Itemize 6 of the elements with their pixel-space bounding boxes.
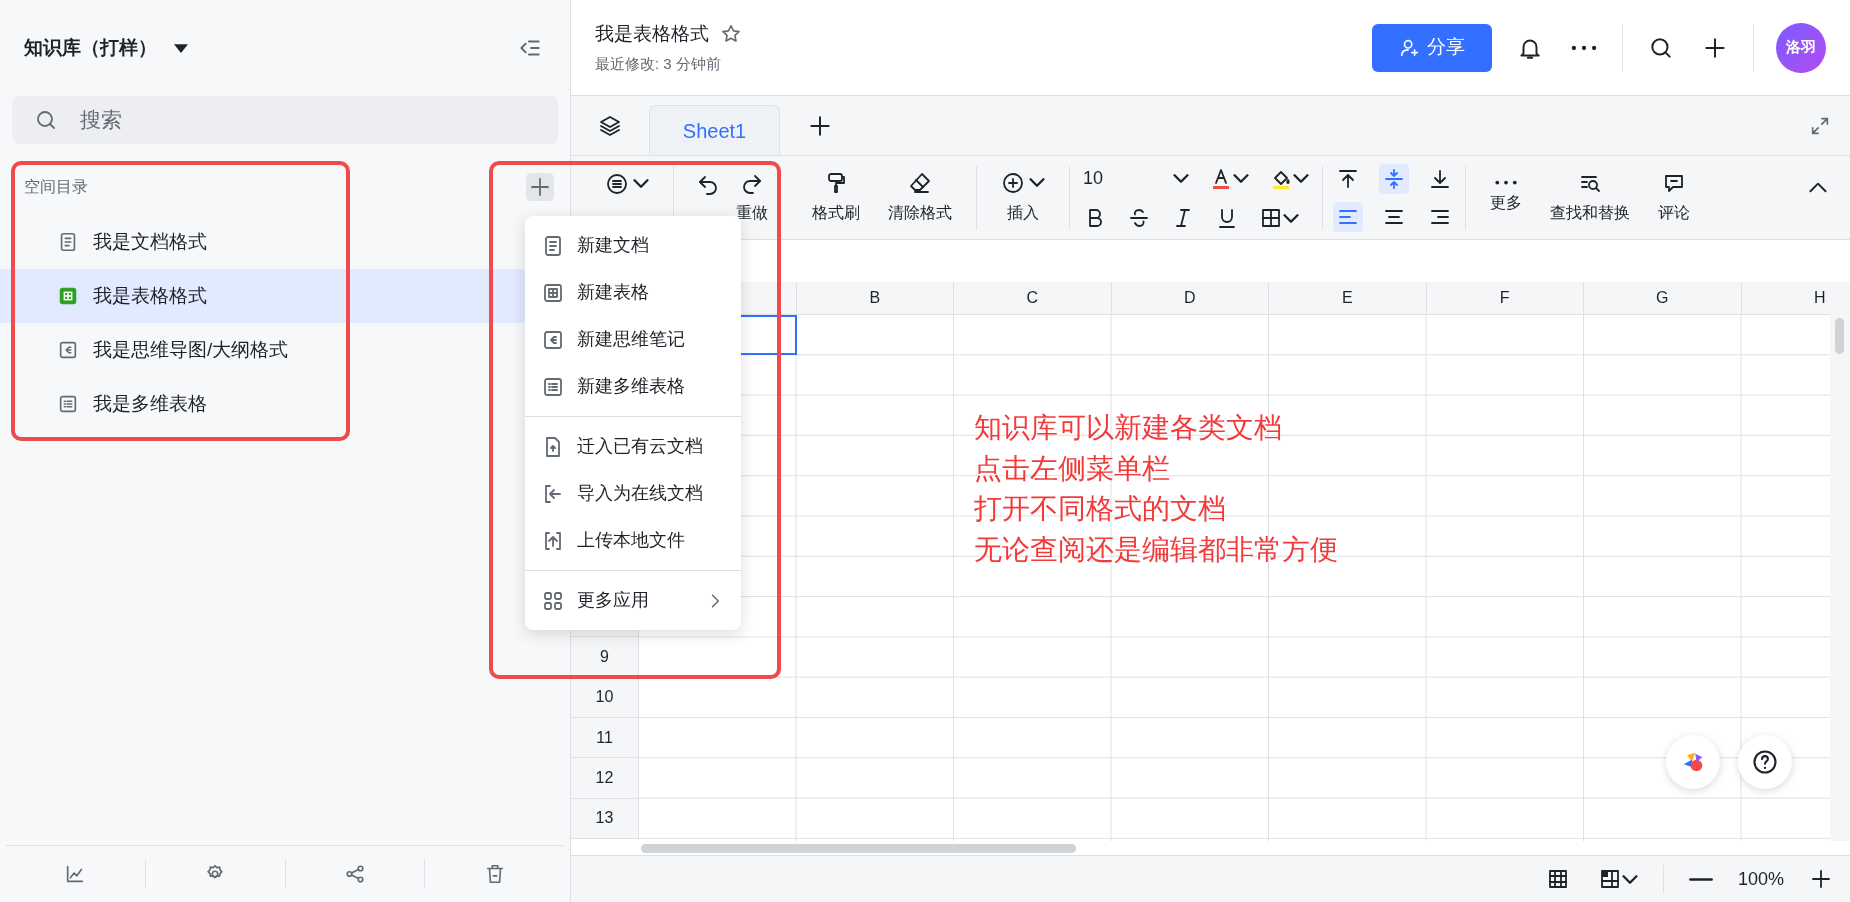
document-title: 我是表格格式	[595, 22, 709, 46]
section-label: 空间目录	[24, 177, 88, 197]
last-modified-text: 最近修改: 3 分钟前	[595, 53, 722, 74]
zoom-level: 100%	[1737, 867, 1784, 891]
annotation-text: 知识库可以新建各类文档 点击左侧菜单栏 打开不同格式的文档 无论查阅还是编辑都非常方便	[974, 411, 1338, 567]
sidebar-title: 知识库（打样）	[24, 35, 157, 60]
